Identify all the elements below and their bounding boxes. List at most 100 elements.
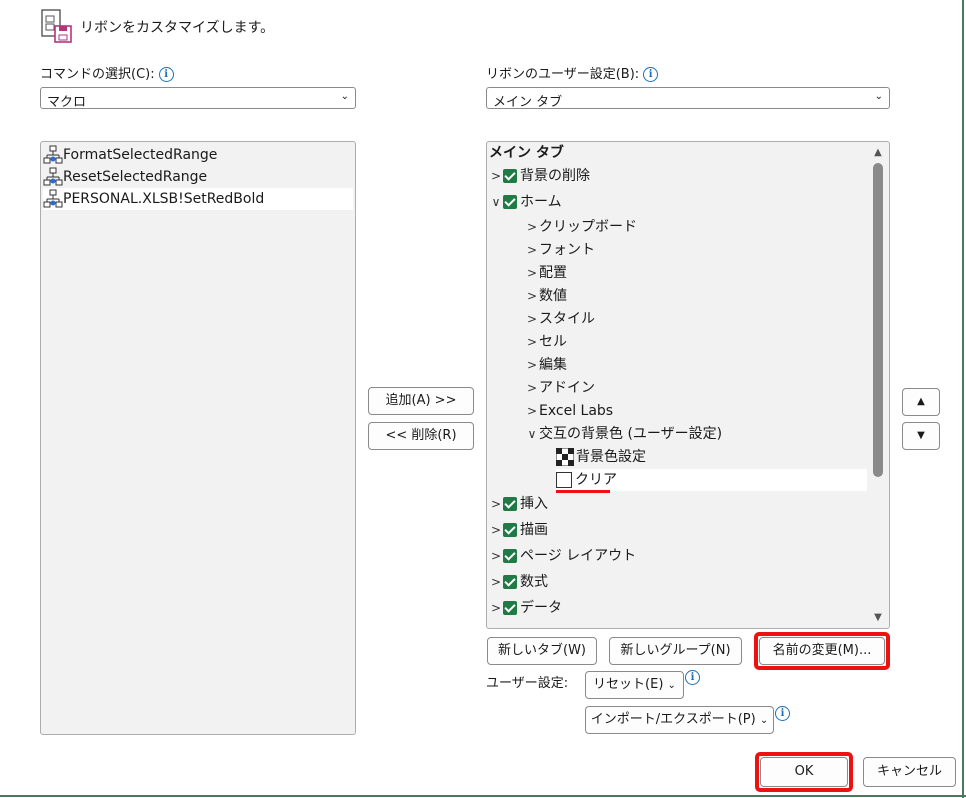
tree-item-haikei-sakujo[interactable]: > 背景の削除 [489, 165, 590, 187]
customize-ribbon-select[interactable]: メイン タブ ⌄ [486, 87, 890, 110]
checkbox-checked[interactable] [503, 169, 517, 183]
tree-label: 数値 [539, 288, 567, 304]
rename-highlight [754, 632, 890, 670]
chevron-down-icon: ⌄ [340, 91, 349, 102]
tree-item-haichi[interactable]: > 配置 [525, 262, 567, 284]
tree-label: クリップボード [539, 219, 637, 235]
tree-label: 背景色設定 [576, 449, 646, 465]
chevron-down-icon[interactable]: ∨ [489, 191, 503, 213]
tree-item-byouga[interactable]: > 描画 [489, 519, 548, 541]
cancel-button[interactable]: キャンセル [863, 757, 956, 787]
checkbox-checked[interactable] [503, 549, 517, 563]
tree-header: メイン タブ [489, 145, 564, 161]
new-tab-button[interactable]: 新しいタブ(W) [487, 637, 597, 665]
move-down-button[interactable]: ▼ [902, 422, 940, 450]
commands-list[interactable]: FormatSelectedRange ResetSelectedRange P… [40, 141, 356, 735]
tree-label: Excel Labs [539, 403, 614, 419]
tree-label: データ [520, 600, 562, 616]
tree-item-suushiki[interactable]: > 数式 [489, 571, 548, 593]
list-item[interactable]: FormatSelectedRange [43, 144, 217, 166]
macro-icon [43, 145, 63, 164]
dialog-title: リボンをカスタマイズします。 [80, 20, 275, 36]
chevron-right-icon[interactable]: > [525, 239, 539, 261]
tree-label: クリア [575, 472, 617, 488]
macro-icon [43, 167, 63, 186]
chevron-right-icon[interactable]: > [525, 331, 539, 353]
chevron-right-icon[interactable]: > [525, 377, 539, 399]
ribbon-tree[interactable]: メイン タブ > 背景の削除 ∨ ホーム > クリップボード > フォント > 配置 > 数… [486, 141, 890, 629]
checkbox-checked[interactable] [503, 575, 517, 589]
tree-item-suuchi[interactable]: > 数値 [525, 285, 567, 307]
tree-item-cell[interactable]: > セル [525, 331, 567, 353]
chevron-down-icon: ⌄ [759, 715, 769, 726]
chevron-right-icon[interactable]: > [489, 165, 503, 187]
tree-item-page-layout[interactable]: > ページ レイアウト [489, 545, 636, 567]
chevron-right-icon[interactable]: > [489, 597, 503, 619]
chevron-right-icon[interactable]: > [525, 216, 539, 238]
chevron-right-icon[interactable]: > [525, 308, 539, 330]
chevron-right-icon[interactable]: > [525, 354, 539, 376]
scroll-down-arrow-icon[interactable]: ▼ [871, 612, 885, 624]
info-icon[interactable]: i [775, 706, 790, 721]
tree-label: 描画 [520, 522, 548, 538]
tree-label: セル [539, 334, 567, 350]
window-border-bottom [0, 795, 966, 797]
tree-item-koogo-haikeiiro[interactable]: ∨ 交互の背景色 (ユーザー設定) [525, 423, 723, 445]
scrollbar-thumb[interactable] [873, 163, 883, 477]
tree-label: 挿入 [520, 496, 548, 512]
tree-item-font[interactable]: > フォント [525, 239, 595, 261]
add-button[interactable]: 追加(A) >> [368, 387, 474, 415]
tree-item-sounyuu[interactable]: > 挿入 [489, 493, 548, 515]
scroll-up-arrow-icon[interactable]: ▲ [871, 147, 885, 159]
customize-ribbon-value: メイン タブ [493, 95, 563, 110]
ok-highlight [755, 752, 853, 792]
tree-label: スタイル [539, 311, 595, 327]
tree-item-clipboard[interactable]: > クリップボード [525, 216, 637, 238]
tree-item-home[interactable]: ∨ ホーム [489, 191, 562, 213]
chevron-down-icon[interactable]: ∨ [525, 423, 539, 445]
remove-button[interactable]: << 削除(R) [368, 422, 474, 450]
list-item-selected[interactable]: PERSONAL.XLSB!SetRedBold [43, 188, 353, 210]
tree-item-clear-selected[interactable]: クリア [556, 469, 867, 491]
command-label: FormatSelectedRange [63, 147, 218, 163]
chevron-right-icon[interactable]: > [489, 545, 503, 567]
chevron-right-icon[interactable]: > [489, 519, 503, 541]
new-group-button[interactable]: 新しいグループ(N) [609, 637, 742, 665]
import-export-button[interactable]: インポート/エクスポート(P) ⌄ [585, 706, 774, 734]
tree-label: 背景の削除 [520, 168, 590, 184]
checkbox-checked[interactable] [503, 601, 517, 615]
checkbox-checked[interactable] [503, 195, 517, 209]
choose-commands-label: コマンドの選択(C): i [40, 63, 174, 82]
tree-label: ページ レイアウト [520, 548, 637, 564]
move-up-button[interactable]: ▲ [902, 388, 940, 416]
chevron-right-icon[interactable]: > [489, 571, 503, 593]
tree-item-excel-labs[interactable]: > Excel Labs [525, 400, 613, 422]
list-item[interactable]: ResetSelectedRange [43, 166, 207, 188]
checkbox-checked[interactable] [503, 497, 517, 511]
chevron-right-icon[interactable]: > [489, 493, 503, 515]
reset-label: リセット(E) [593, 677, 664, 692]
tree-item-style[interactable]: > スタイル [525, 308, 595, 330]
tree-item-henshu[interactable]: > 編集 [525, 354, 567, 376]
checkbox-checked[interactable] [503, 523, 517, 537]
tree-item-data[interactable]: > データ [489, 597, 562, 619]
chevron-right-icon[interactable]: > [525, 262, 539, 284]
tree-label: 編集 [539, 357, 567, 373]
choose-commands-value: マクロ [47, 95, 87, 110]
tree-label: 配置 [539, 265, 567, 281]
reset-button[interactable]: リセット(E) ⌄ [585, 671, 684, 699]
info-icon[interactable]: i [158, 67, 174, 82]
tree-item-addin[interactable]: > アドイン [525, 377, 595, 399]
import-export-label: インポート/エクスポート(P) [590, 712, 756, 727]
info-icon[interactable]: i [643, 67, 659, 82]
tree-label: フォント [539, 242, 595, 258]
checkerboard-icon [556, 448, 574, 466]
command-label: PERSONAL.XLSB!SetRedBold [63, 191, 265, 207]
chevron-right-icon[interactable]: > [525, 400, 539, 422]
tree-item-haikeiiro-settei[interactable]: 背景色設定 [556, 446, 646, 468]
window-border-right [962, 0, 964, 798]
command-label: ResetSelectedRange [63, 169, 208, 185]
info-icon[interactable]: i [685, 670, 700, 685]
chevron-right-icon[interactable]: > [525, 285, 539, 307]
choose-commands-select[interactable]: マクロ ⌄ [40, 87, 356, 110]
